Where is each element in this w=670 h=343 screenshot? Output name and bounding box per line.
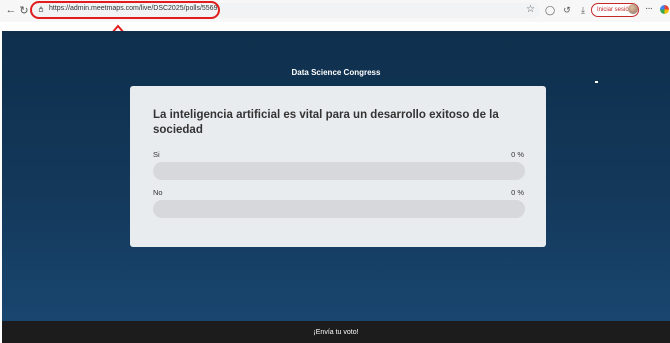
decorative-dash bbox=[595, 81, 598, 83]
profile-icon[interactable] bbox=[628, 4, 638, 14]
annotation-oval bbox=[30, 1, 220, 19]
downloads-icon[interactable]: ⤓ bbox=[577, 4, 589, 16]
option-percent-no: 0 % bbox=[511, 188, 524, 197]
vote-cta[interactable]: ¡Envía tu voto! bbox=[313, 329, 358, 336]
poll-page: Data Science Congress La inteligencia ar… bbox=[2, 31, 670, 321]
extension-badge-icon[interactable] bbox=[660, 5, 669, 14]
option-label-si: Si bbox=[153, 150, 160, 159]
vote-footer[interactable]: ¡Envía tu voto! bbox=[2, 321, 670, 343]
option-label-no: No bbox=[153, 188, 163, 197]
option-percent-si: 0 % bbox=[511, 150, 524, 159]
history-icon[interactable]: ↺ bbox=[561, 4, 573, 16]
star-icon[interactable]: ☆ bbox=[526, 4, 535, 15]
poll-question: La inteligencia artificial es vital para… bbox=[153, 109, 499, 136]
back-icon[interactable]: ← bbox=[4, 3, 18, 17]
extensions-icon[interactable]: ◯ bbox=[544, 4, 556, 16]
event-title: Data Science Congress bbox=[291, 68, 381, 77]
option-bar-no[interactable] bbox=[153, 200, 525, 218]
option-bar-si[interactable] bbox=[153, 162, 525, 180]
signin-label: Iniciar sesión bbox=[597, 7, 633, 13]
poll-card: La inteligencia artificial es vital para… bbox=[130, 86, 546, 247]
reload-icon[interactable]: ↻ bbox=[17, 3, 31, 17]
more-icon[interactable]: ··· bbox=[645, 3, 653, 14]
